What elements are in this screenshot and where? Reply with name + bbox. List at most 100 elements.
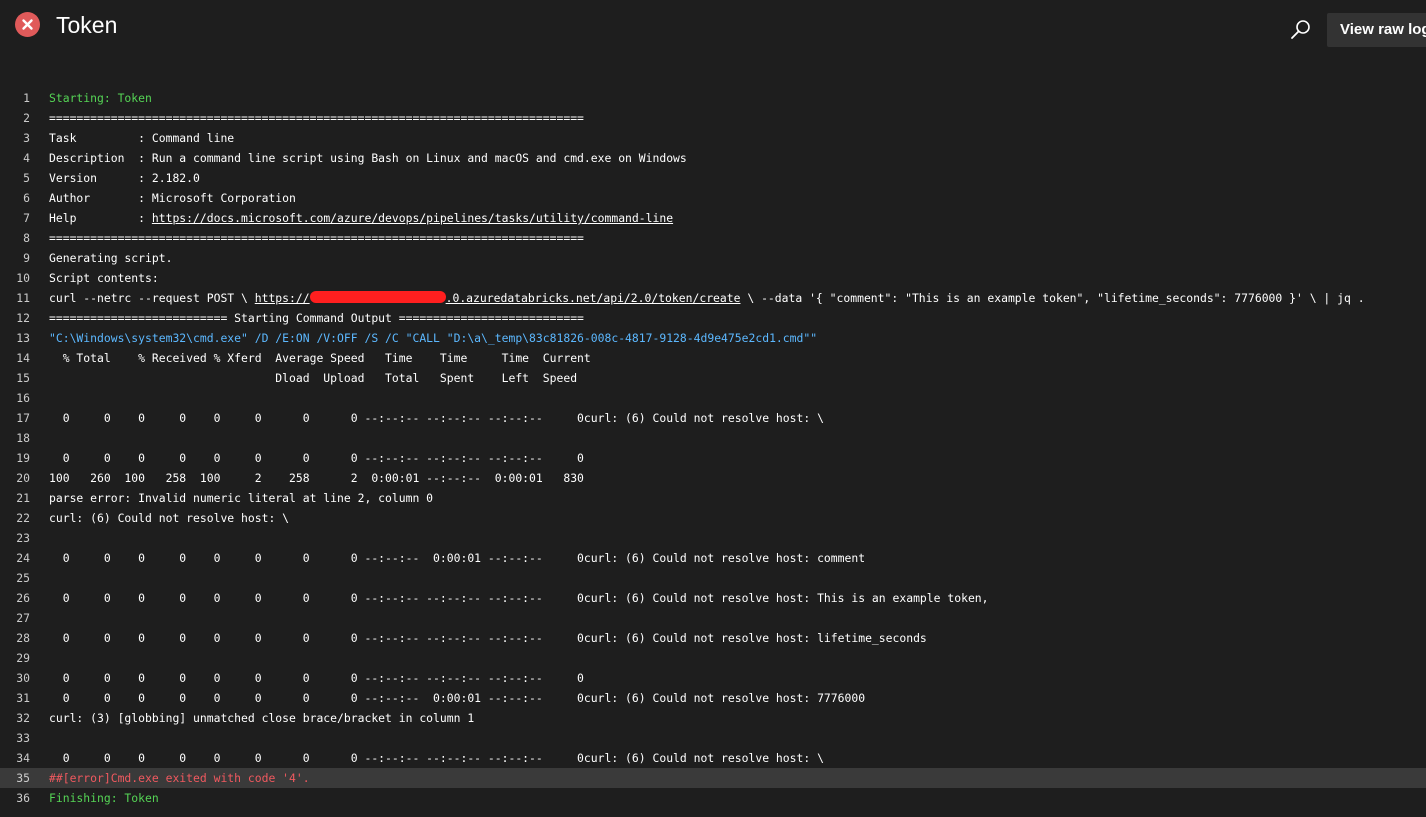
- log-line: 16: [0, 388, 1426, 408]
- log-line-text: 0 0 0 0 0 0 0 0 --:--:-- --:--:-- --:--:…: [49, 668, 584, 688]
- log-line: 33: [0, 728, 1426, 748]
- log-text-segment: ========================================…: [49, 231, 584, 245]
- log-line-text: 0 0 0 0 0 0 0 0 --:--:-- --:--:-- --:--:…: [49, 448, 584, 468]
- log-text-segment: % Total % Received % Xferd Average Speed…: [49, 351, 591, 365]
- log-line: 35 ##[error]Cmd.exe exited with code '4'.: [0, 768, 1426, 788]
- line-number: 11: [16, 291, 30, 305]
- line-number: 22: [16, 511, 30, 525]
- line-number: 19: [16, 451, 30, 465]
- log-text-segment: curl: (3) [globbing] unmatched close bra…: [49, 711, 475, 725]
- log-line-text: parse error: Invalid numeric literal at …: [49, 488, 433, 508]
- log-link[interactable]: .0.azuredatabricks.net/api/2.0/token/cre…: [446, 291, 741, 305]
- log-line: 21 parse error: Invalid numeric literal a…: [0, 488, 1426, 508]
- log-text-segment: 0 0 0 0 0 0 0 0 --:--:-- 0:00:01 --:--:-…: [49, 551, 866, 565]
- log-line: 22 curl: (6) Could not resolve host: \: [0, 508, 1426, 528]
- log-line-text: % Total % Received % Xferd Average Speed…: [49, 348, 591, 368]
- log-line-text: 0 0 0 0 0 0 0 0 --:--:-- 0:00:01 --:--:-…: [49, 548, 865, 568]
- log-line-text: 0 0 0 0 0 0 0 0 --:--:-- --:--:-- --:--:…: [49, 588, 989, 608]
- log-line: 18: [0, 428, 1426, 448]
- line-number: 4: [23, 151, 30, 165]
- log-line-text: ##[error]Cmd.exe exited with code '4'.: [49, 768, 310, 788]
- log-text-segment: Finishing: Token: [49, 791, 159, 805]
- log-text-segment: 0 0 0 0 0 0 0 0 --:--:-- --:--:-- --:--:…: [49, 751, 824, 765]
- log-line: 24 0 0 0 0 0 0 0 0 --:--:-- 0:00:01 --:-…: [0, 548, 1426, 568]
- log-text-segment: \ --data '{ "comment": "This is an examp…: [740, 291, 1365, 305]
- log-line: 15 Dload Upload Total Spent Left Speed: [0, 368, 1426, 388]
- log-line-text: curl: (6) Could not resolve host: \: [49, 508, 289, 528]
- log-text-segment: 100 260 100 258 100 2 258 2 0:00:01 --:-…: [49, 471, 584, 485]
- log-line: 17 0 0 0 0 0 0 0 0 --:--:-- --:--:-- --:…: [0, 408, 1426, 428]
- log-line-text: 0 0 0 0 0 0 0 0 --:--:-- --:--:-- --:--:…: [49, 408, 824, 428]
- line-number: 16: [16, 391, 30, 405]
- line-number: 26: [16, 591, 30, 605]
- log-output[interactable]: 1 Starting: Token 2 =======================…: [0, 88, 1426, 808]
- line-number: 33: [16, 731, 30, 745]
- log-line: 20 100 260 100 258 100 2 258 2 0:00:01 --…: [0, 468, 1426, 488]
- log-line: 3 Task : Command line: [0, 128, 1426, 148]
- search-icon: [1286, 20, 1316, 51]
- line-number: 27: [16, 611, 30, 625]
- log-text-segment: "C:\Windows\system32\cmd.exe" /D /E:ON /…: [49, 331, 818, 345]
- redaction-mark: [309, 291, 446, 303]
- log-line: 27: [0, 608, 1426, 628]
- log-line-text: Task : Command line: [49, 128, 234, 148]
- log-line: 11 curl --netrc --request POST \ https://…: [0, 288, 1426, 308]
- log-line-text: Script contents:: [49, 268, 159, 288]
- log-text-segment: ========================================…: [49, 111, 584, 125]
- log-header: Token View raw log: [0, 0, 1426, 50]
- log-line: 25: [0, 568, 1426, 588]
- line-number: 2: [23, 111, 30, 125]
- log-text-segment: Author : Microsoft Corporation: [49, 191, 296, 205]
- line-number: 36: [16, 791, 30, 805]
- line-number: 10: [16, 271, 30, 285]
- log-line: 6 Author : Microsoft Corporation: [0, 188, 1426, 208]
- line-number: 34: [16, 751, 30, 765]
- log-line-text: 0 0 0 0 0 0 0 0 --:--:-- --:--:-- --:--:…: [49, 628, 927, 648]
- log-line: 14 % Total % Received % Xferd Average Sp…: [0, 348, 1426, 368]
- log-line-text: Finishing: Token: [49, 788, 159, 808]
- log-text-segment: 0 0 0 0 0 0 0 0 --:--:-- 0:00:01 --:--:-…: [49, 691, 866, 705]
- log-line-text: Starting: Token: [49, 88, 152, 108]
- log-line-text: curl: (3) [globbing] unmatched close bra…: [49, 708, 474, 728]
- line-number: 31: [16, 691, 30, 705]
- log-line: 2 =======================================…: [0, 108, 1426, 128]
- log-line: 26 0 0 0 0 0 0 0 0 --:--:-- --:--:-- --:…: [0, 588, 1426, 608]
- log-line: 30 0 0 0 0 0 0 0 0 --:--:-- --:--:-- --:…: [0, 668, 1426, 688]
- log-line: 34 0 0 0 0 0 0 0 0 --:--:-- --:--:-- --:…: [0, 748, 1426, 768]
- log-line-text: Version : 2.182.0: [49, 168, 200, 188]
- line-number: 21: [16, 491, 30, 505]
- line-number: 17: [16, 411, 30, 425]
- log-line: 12 ========================== Starting Co…: [0, 308, 1426, 328]
- line-number: 12: [16, 311, 30, 325]
- log-link[interactable]: https://docs.microsoft.com/azure/devops/…: [152, 211, 673, 225]
- line-number: 25: [16, 571, 30, 585]
- line-number: 13: [16, 331, 30, 345]
- log-text-segment: Version : 2.182.0: [49, 171, 200, 185]
- log-line: 4 Description : Run a command line script…: [0, 148, 1426, 168]
- search-button[interactable]: [1286, 17, 1316, 47]
- line-number: 15: [16, 371, 30, 385]
- line-number: 5: [23, 171, 30, 185]
- log-line-text: Help : https://docs.microsoft.com/azure/…: [49, 208, 673, 228]
- line-number: 18: [16, 431, 30, 445]
- log-link[interactable]: https://: [255, 291, 310, 305]
- log-text-segment: Task : Command line: [49, 131, 235, 145]
- log-line: 32 curl: (3) [globbing] unmatched close b…: [0, 708, 1426, 728]
- page-title: Token: [56, 12, 118, 38]
- line-number: 35: [16, 771, 30, 785]
- log-line-text: ========================================…: [49, 108, 584, 128]
- line-number: 29: [16, 651, 30, 665]
- line-number: 8: [23, 231, 30, 245]
- line-number: 1: [23, 91, 30, 105]
- log-text-segment: Script contents:: [49, 271, 159, 285]
- line-number: 32: [16, 711, 30, 725]
- log-line-text: curl --netrc --request POST \ https:// .0…: [49, 288, 1365, 308]
- log-line: 28 0 0 0 0 0 0 0 0 --:--:-- --:--:-- --:…: [0, 628, 1426, 648]
- view-raw-log-button[interactable]: View raw log: [1327, 13, 1426, 47]
- line-number: 14: [16, 351, 30, 365]
- log-text-segment: curl --netrc --request POST \: [49, 291, 255, 305]
- line-number: 20: [16, 471, 30, 485]
- log-line-text: 0 0 0 0 0 0 0 0 --:--:-- 0:00:01 --:--:-…: [49, 688, 865, 708]
- line-number: 9: [23, 251, 30, 265]
- log-line-text: 100 260 100 258 100 2 258 2 0:00:01 --:-…: [49, 468, 584, 488]
